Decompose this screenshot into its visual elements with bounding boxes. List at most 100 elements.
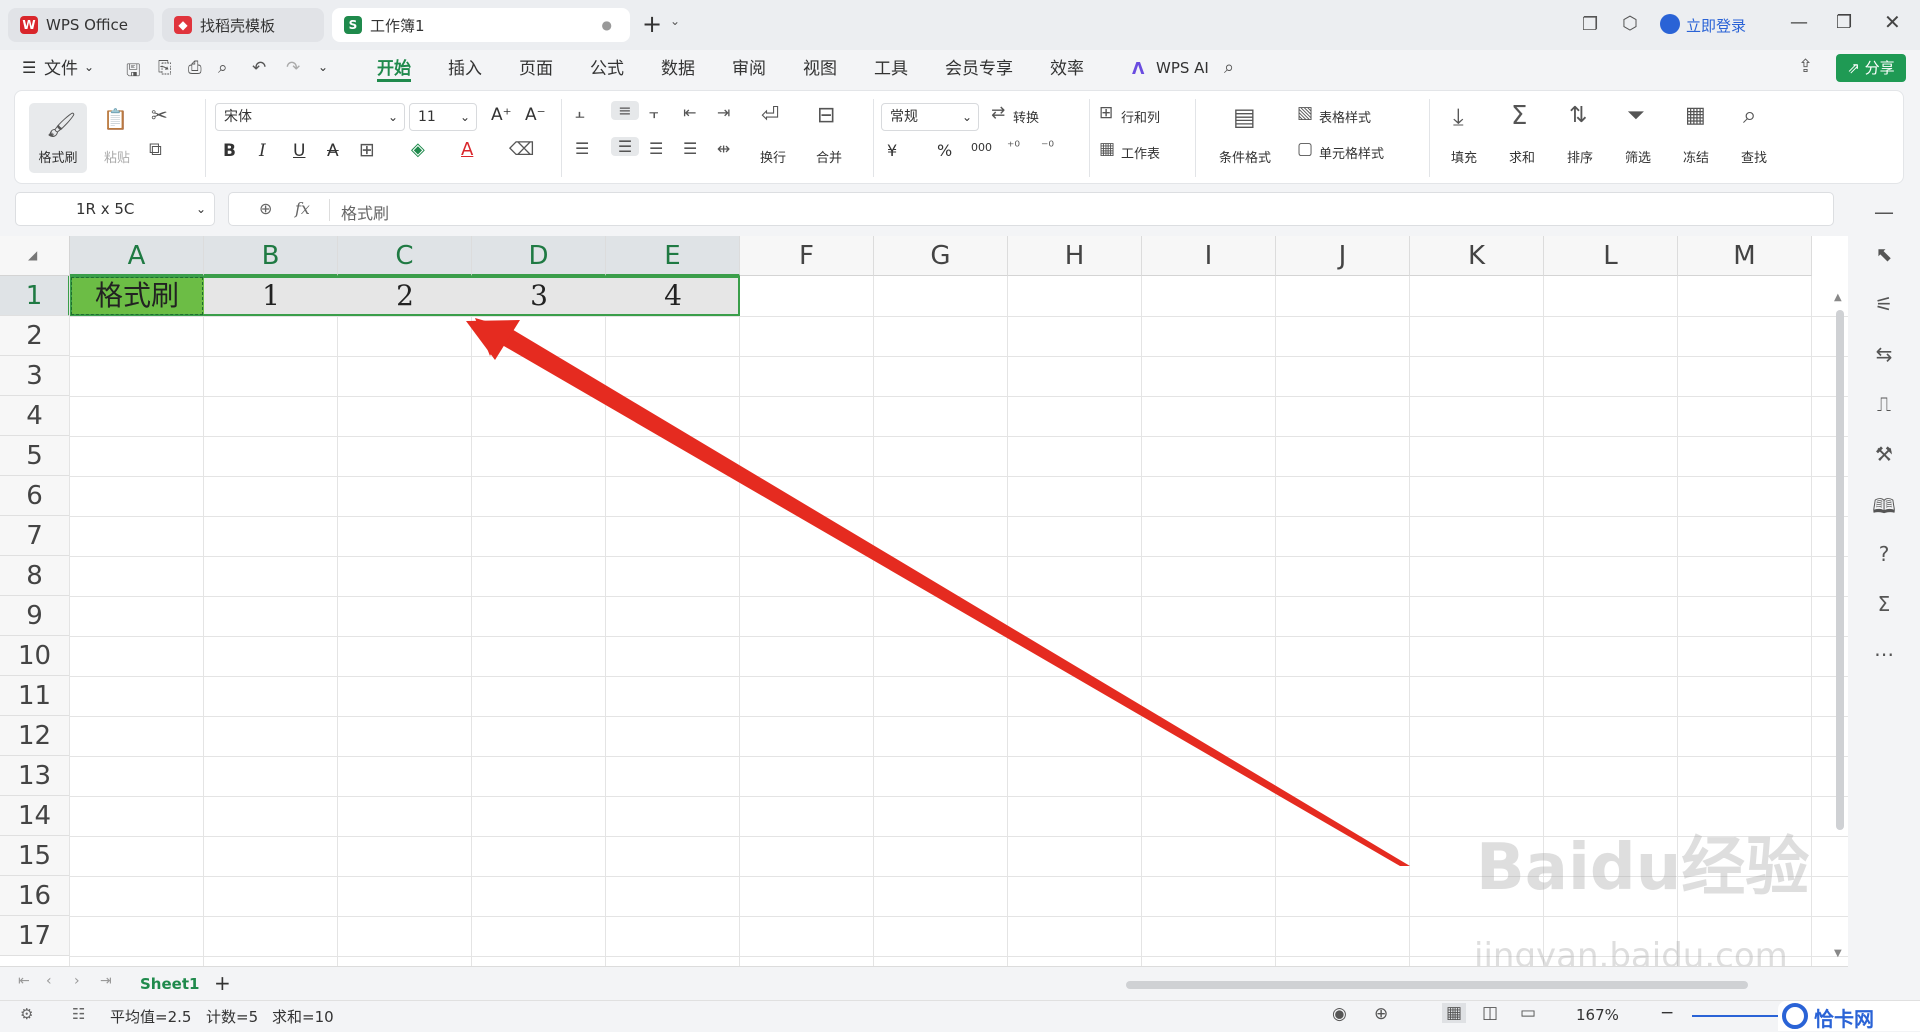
convert-icon[interactable]: ⇄ <box>991 103 1005 123</box>
align-left-icon[interactable]: ☰ <box>575 139 589 158</box>
print-preview-icon[interactable]: ⌕ <box>218 58 228 78</box>
hamburger-icon[interactable]: ☰ <box>22 58 36 77</box>
layout-icon[interactable]: ⊕ <box>1374 1004 1388 1024</box>
page-view-icon[interactable]: ◫ <box>1482 1003 1498 1023</box>
more-icon[interactable]: ⋯ <box>1872 642 1896 666</box>
filter-label[interactable]: 筛选 <box>1613 147 1663 166</box>
tools-icon[interactable]: ⚒ <box>1872 442 1896 466</box>
align-top-icon[interactable]: ⫠ <box>575 103 585 123</box>
sum-icon[interactable]: Σ <box>1511 101 1527 131</box>
settings-sliders-icon[interactable]: ⚟ <box>1872 292 1896 316</box>
merge-icon[interactable]: ⊟ <box>817 103 835 128</box>
row-col-button[interactable]: 行和列 <box>1121 107 1160 126</box>
new-tab-button[interactable]: + <box>642 10 662 38</box>
indent-increase-icon[interactable]: ⇥ <box>717 103 730 122</box>
chevron-down-icon[interactable]: ⌄ <box>318 60 328 74</box>
book-icon[interactable]: 🕮 <box>1872 492 1896 526</box>
conditional-format-label[interactable]: 条件格式 <box>1207 147 1283 166</box>
font-color-icon[interactable]: A <box>461 139 473 160</box>
fill-color-icon[interactable]: ◈ <box>411 139 425 160</box>
align-center-icon[interactable]: ☰ <box>611 137 639 156</box>
strikethrough-button[interactable]: A <box>327 141 339 161</box>
font-size-select[interactable]: 11 ⌄ <box>409 103 477 131</box>
tab-tools[interactable]: 工具 <box>874 56 908 82</box>
search-icon[interactable]: ⌕ <box>1224 57 1234 78</box>
freeze-icon[interactable]: ▦ <box>1685 103 1706 128</box>
border-icon[interactable]: ⊞ <box>359 139 375 161</box>
underline-button[interactable]: U <box>293 141 305 161</box>
formula-bar[interactable]: ⊕ fx 格式刷 <box>228 192 1834 226</box>
eraser-icon[interactable]: ⌫ <box>509 139 534 160</box>
last-sheet-icon[interactable]: ⇥ <box>100 973 112 989</box>
merge-label[interactable]: 合并 <box>805 147 853 166</box>
tab-data[interactable]: 数据 <box>661 56 695 82</box>
formula-icon[interactable]: Σ <box>1872 592 1896 616</box>
wrap-icon[interactable]: ⏎ <box>761 103 779 128</box>
conditional-format-icon[interactable]: ▤ <box>1233 103 1256 131</box>
eye-icon[interactable]: ◉ <box>1332 1004 1347 1024</box>
window-layout-icon[interactable]: ❐ <box>1582 14 1598 35</box>
fill-label[interactable]: 填充 <box>1439 147 1489 166</box>
sort-label[interactable]: 排序 <box>1555 147 1605 166</box>
chart-icon[interactable]: ⎍ <box>1872 392 1896 416</box>
font-grow-button[interactable]: A⁺ <box>491 105 512 125</box>
find-icon[interactable]: ⌕ <box>1743 101 1756 129</box>
tab-page[interactable]: 页面 <box>519 56 553 82</box>
sort-icon[interactable]: ⇅ <box>1569 103 1587 128</box>
collapse-icon[interactable]: — <box>1872 200 1896 224</box>
distributed-icon[interactable]: ⇹ <box>717 139 730 158</box>
worksheet-button[interactable]: 工作表 <box>1121 143 1160 162</box>
save-icon[interactable]: 🖫 <box>126 58 140 87</box>
user-avatar-icon[interactable] <box>1660 14 1680 34</box>
paste-icon[interactable]: 📋 <box>103 107 128 131</box>
row-col-icon[interactable]: ⊞ <box>1099 103 1113 123</box>
file-menu[interactable]: 文件 <box>44 56 78 82</box>
redo-icon[interactable]: ↷ <box>286 58 300 78</box>
cut-icon[interactable]: ✂ <box>151 103 168 127</box>
spreadsheet-grid[interactable]: ◢ ABCDEFGHIJKLM 1 2 3 4 5 6 7 8 9 10 11 12 13 14 15 16 1… <box>0 236 1848 966</box>
tab-workbook[interactable]: S 工作簿1 ● <box>332 8 630 42</box>
find-label[interactable]: 查找 <box>1729 147 1779 166</box>
indent-decrease-icon[interactable]: ⇤ <box>683 103 696 122</box>
tab-formula[interactable]: 公式 <box>590 56 624 82</box>
table-style-button[interactable]: 表格样式 <box>1319 107 1371 126</box>
thousands-button[interactable]: 000 <box>971 141 992 154</box>
first-sheet-icon[interactable]: ⇤ <box>18 973 30 989</box>
table-style-icon[interactable]: ▧ <box>1297 103 1313 123</box>
tab-efficiency[interactable]: 效率 <box>1050 56 1084 82</box>
font-shrink-button[interactable]: A⁻ <box>525 105 546 125</box>
zoom-slider[interactable] <box>1692 1015 1782 1017</box>
tab-member[interactable]: 会员专享 <box>945 56 1013 82</box>
normal-view-icon[interactable]: ▦ <box>1442 1003 1467 1023</box>
next-sheet-icon[interactable]: › <box>74 973 80 989</box>
align-middle-icon[interactable]: ≡ <box>611 101 639 120</box>
freeze-label[interactable]: 冻结 <box>1671 147 1721 166</box>
cube-icon[interactable]: ⬡ <box>1622 13 1638 34</box>
zoom-level[interactable]: 167% <box>1576 1006 1619 1024</box>
align-right-icon[interactable]: ☰ <box>649 139 663 158</box>
horizontal-scrollbar[interactable] <box>1126 981 1748 989</box>
convert-button[interactable]: 转换 <box>1013 107 1039 126</box>
page-icon[interactable]: ☷ <box>72 1005 85 1023</box>
cursor-icon[interactable]: ⬉ <box>1872 242 1896 266</box>
currency-button[interactable]: ¥ <box>887 141 897 160</box>
fill-icon[interactable]: ⤓ <box>1453 103 1464 131</box>
undo-icon[interactable]: ↶ <box>252 58 266 78</box>
transfer-icon[interactable]: ⇆ <box>1872 342 1896 366</box>
print-icon[interactable]: ⎙ <box>188 58 202 78</box>
login-link[interactable]: 立即登录 <box>1686 15 1746 36</box>
number-format-select[interactable]: 常规 ⌄ <box>881 103 979 131</box>
cell-style-icon[interactable]: ▢ <box>1297 139 1313 159</box>
chevron-down-icon[interactable]: ⌄ <box>670 14 680 28</box>
font-select[interactable]: 宋体 ⌄ <box>215 103 405 131</box>
tab-wps-office[interactable]: W WPS Office <box>8 8 154 42</box>
cell-style-button[interactable]: 单元格样式 <box>1319 143 1384 162</box>
macro-icon[interactable]: ⚙ <box>20 1005 33 1023</box>
percent-button[interactable]: % <box>937 141 952 160</box>
filter-icon[interactable]: ⏷ <box>1627 103 1645 128</box>
align-bottom-icon[interactable]: ⫟ <box>649 103 659 123</box>
name-box[interactable]: 1R x 5C ⌄ <box>15 192 215 226</box>
decimal-increase-icon[interactable]: ⁺⁰ <box>1007 139 1020 155</box>
zoom-formula-icon[interactable]: ⊕ <box>259 199 272 218</box>
tab-insert[interactable]: 插入 <box>448 56 482 82</box>
